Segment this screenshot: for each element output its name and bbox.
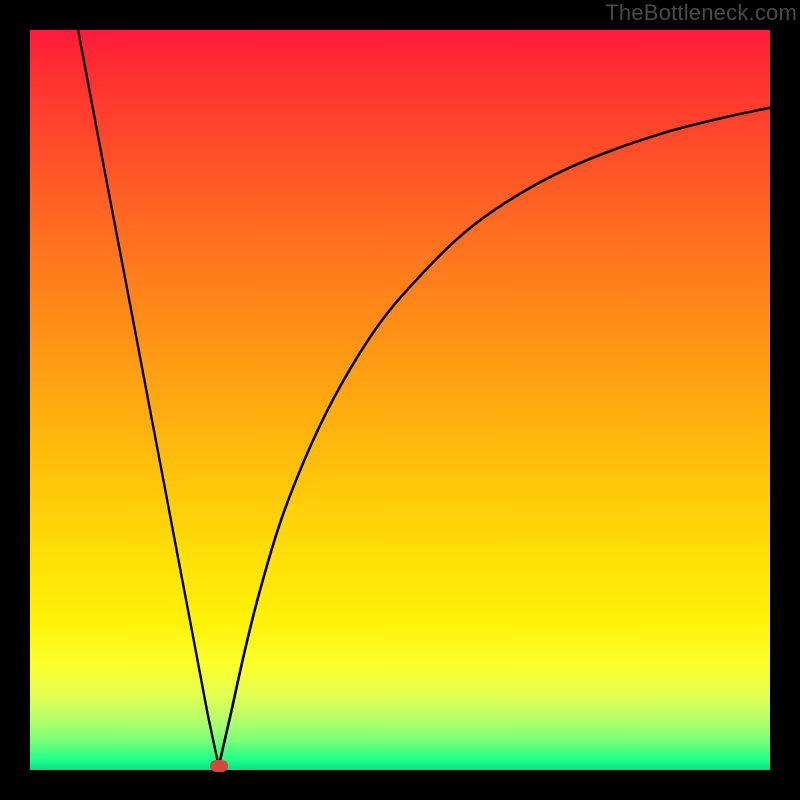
plot-area [30, 30, 770, 770]
curve-left [78, 30, 219, 766]
curve-svg [30, 30, 770, 770]
curve-right [219, 108, 770, 767]
watermark-text: TheBottleneck.com [605, 0, 797, 26]
chart-frame: TheBottleneck.com [0, 0, 800, 800]
minimum-marker [210, 760, 228, 772]
